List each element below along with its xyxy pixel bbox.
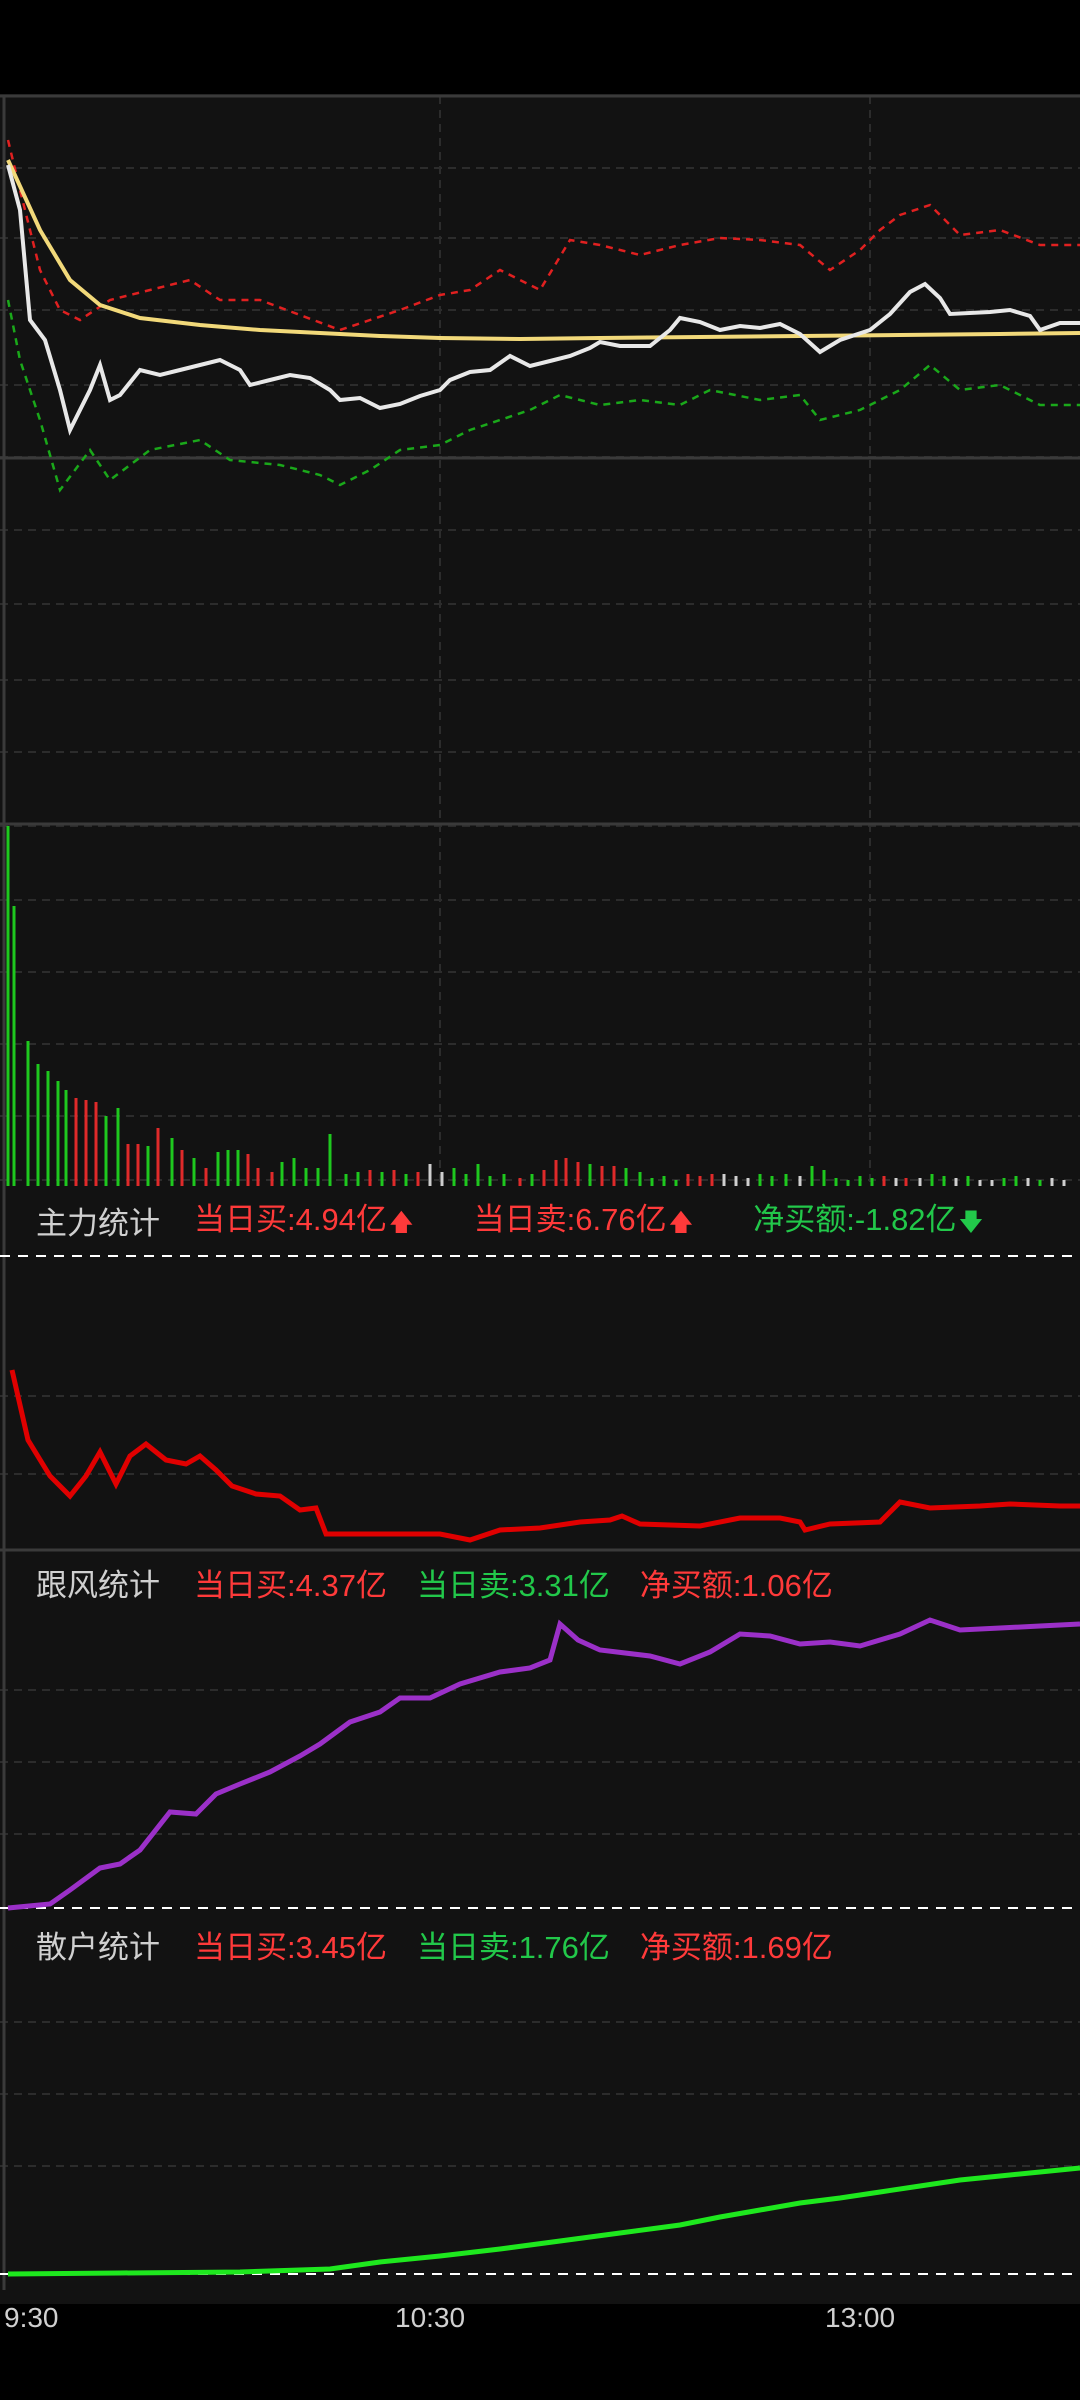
- follower-label: 跟风统计: [36, 1567, 160, 1603]
- time-tick-mid: 10:30: [395, 2302, 466, 2333]
- main-force-net: 净买额:-1.82亿🡇: [753, 1194, 1013, 1246]
- volume-panel: [6, 826, 1066, 1186]
- follower-sell: 当日卖:3.31亿: [416, 1567, 610, 1603]
- price-line: [6, 164, 1080, 436]
- retail-line: [7, 2165, 1080, 2277]
- main-force-buy-text: 当日买:4.94亿: [194, 1202, 387, 1237]
- time-tick-late: 13:00: [825, 2302, 896, 2333]
- retail-panel: [7, 2165, 1080, 2277]
- lower-band-line: [6, 299, 1080, 493]
- arrow-down-icon: 🡇: [958, 1209, 984, 1236]
- main-force-buy: 当日买:4.94亿🡅: [194, 1194, 444, 1246]
- retail-label: 散户统计: [36, 1929, 160, 1965]
- main-force-sell: 当日卖:6.76亿🡅: [474, 1194, 724, 1246]
- time-tick-start: 9:30: [4, 2302, 59, 2333]
- average-price-line: [6, 159, 1080, 342]
- price-panel: [6, 139, 1080, 493]
- main-force-label: 主力统计: [36, 1205, 160, 1241]
- main-force-sell-text: 当日卖:6.76亿: [473, 1202, 667, 1237]
- retail-buy: 当日买:3.45亿: [194, 1929, 387, 1965]
- retail-stats: 散户统计 当日买:3.45亿 当日卖:1.76亿 净买额:1.69亿: [36, 1920, 863, 1968]
- follower-net: 净买额:1.06亿: [639, 1567, 833, 1603]
- follower-stats: 跟风统计 当日买:4.37亿 当日卖:3.31亿 净买额:1.06亿: [36, 1558, 863, 1606]
- follower-buy: 当日买:4.37亿: [194, 1567, 387, 1603]
- follower-line: [7, 1617, 1080, 1911]
- main-force-stats: 主力统计 当日买:4.94亿🡅 当日卖:6.76亿🡅 净买额:-1.82亿🡇: [36, 1196, 1043, 1244]
- arrow-up-icon: 🡅: [388, 1209, 414, 1236]
- follower-panel: [7, 1617, 1080, 1911]
- arrow-up-icon: 🡅: [668, 1209, 694, 1236]
- main-force-net-text: 净买额:-1.82亿: [753, 1202, 957, 1237]
- retail-sell: 当日卖:1.76亿: [416, 1929, 610, 1965]
- retail-net: 净买额:1.69亿: [639, 1929, 833, 1965]
